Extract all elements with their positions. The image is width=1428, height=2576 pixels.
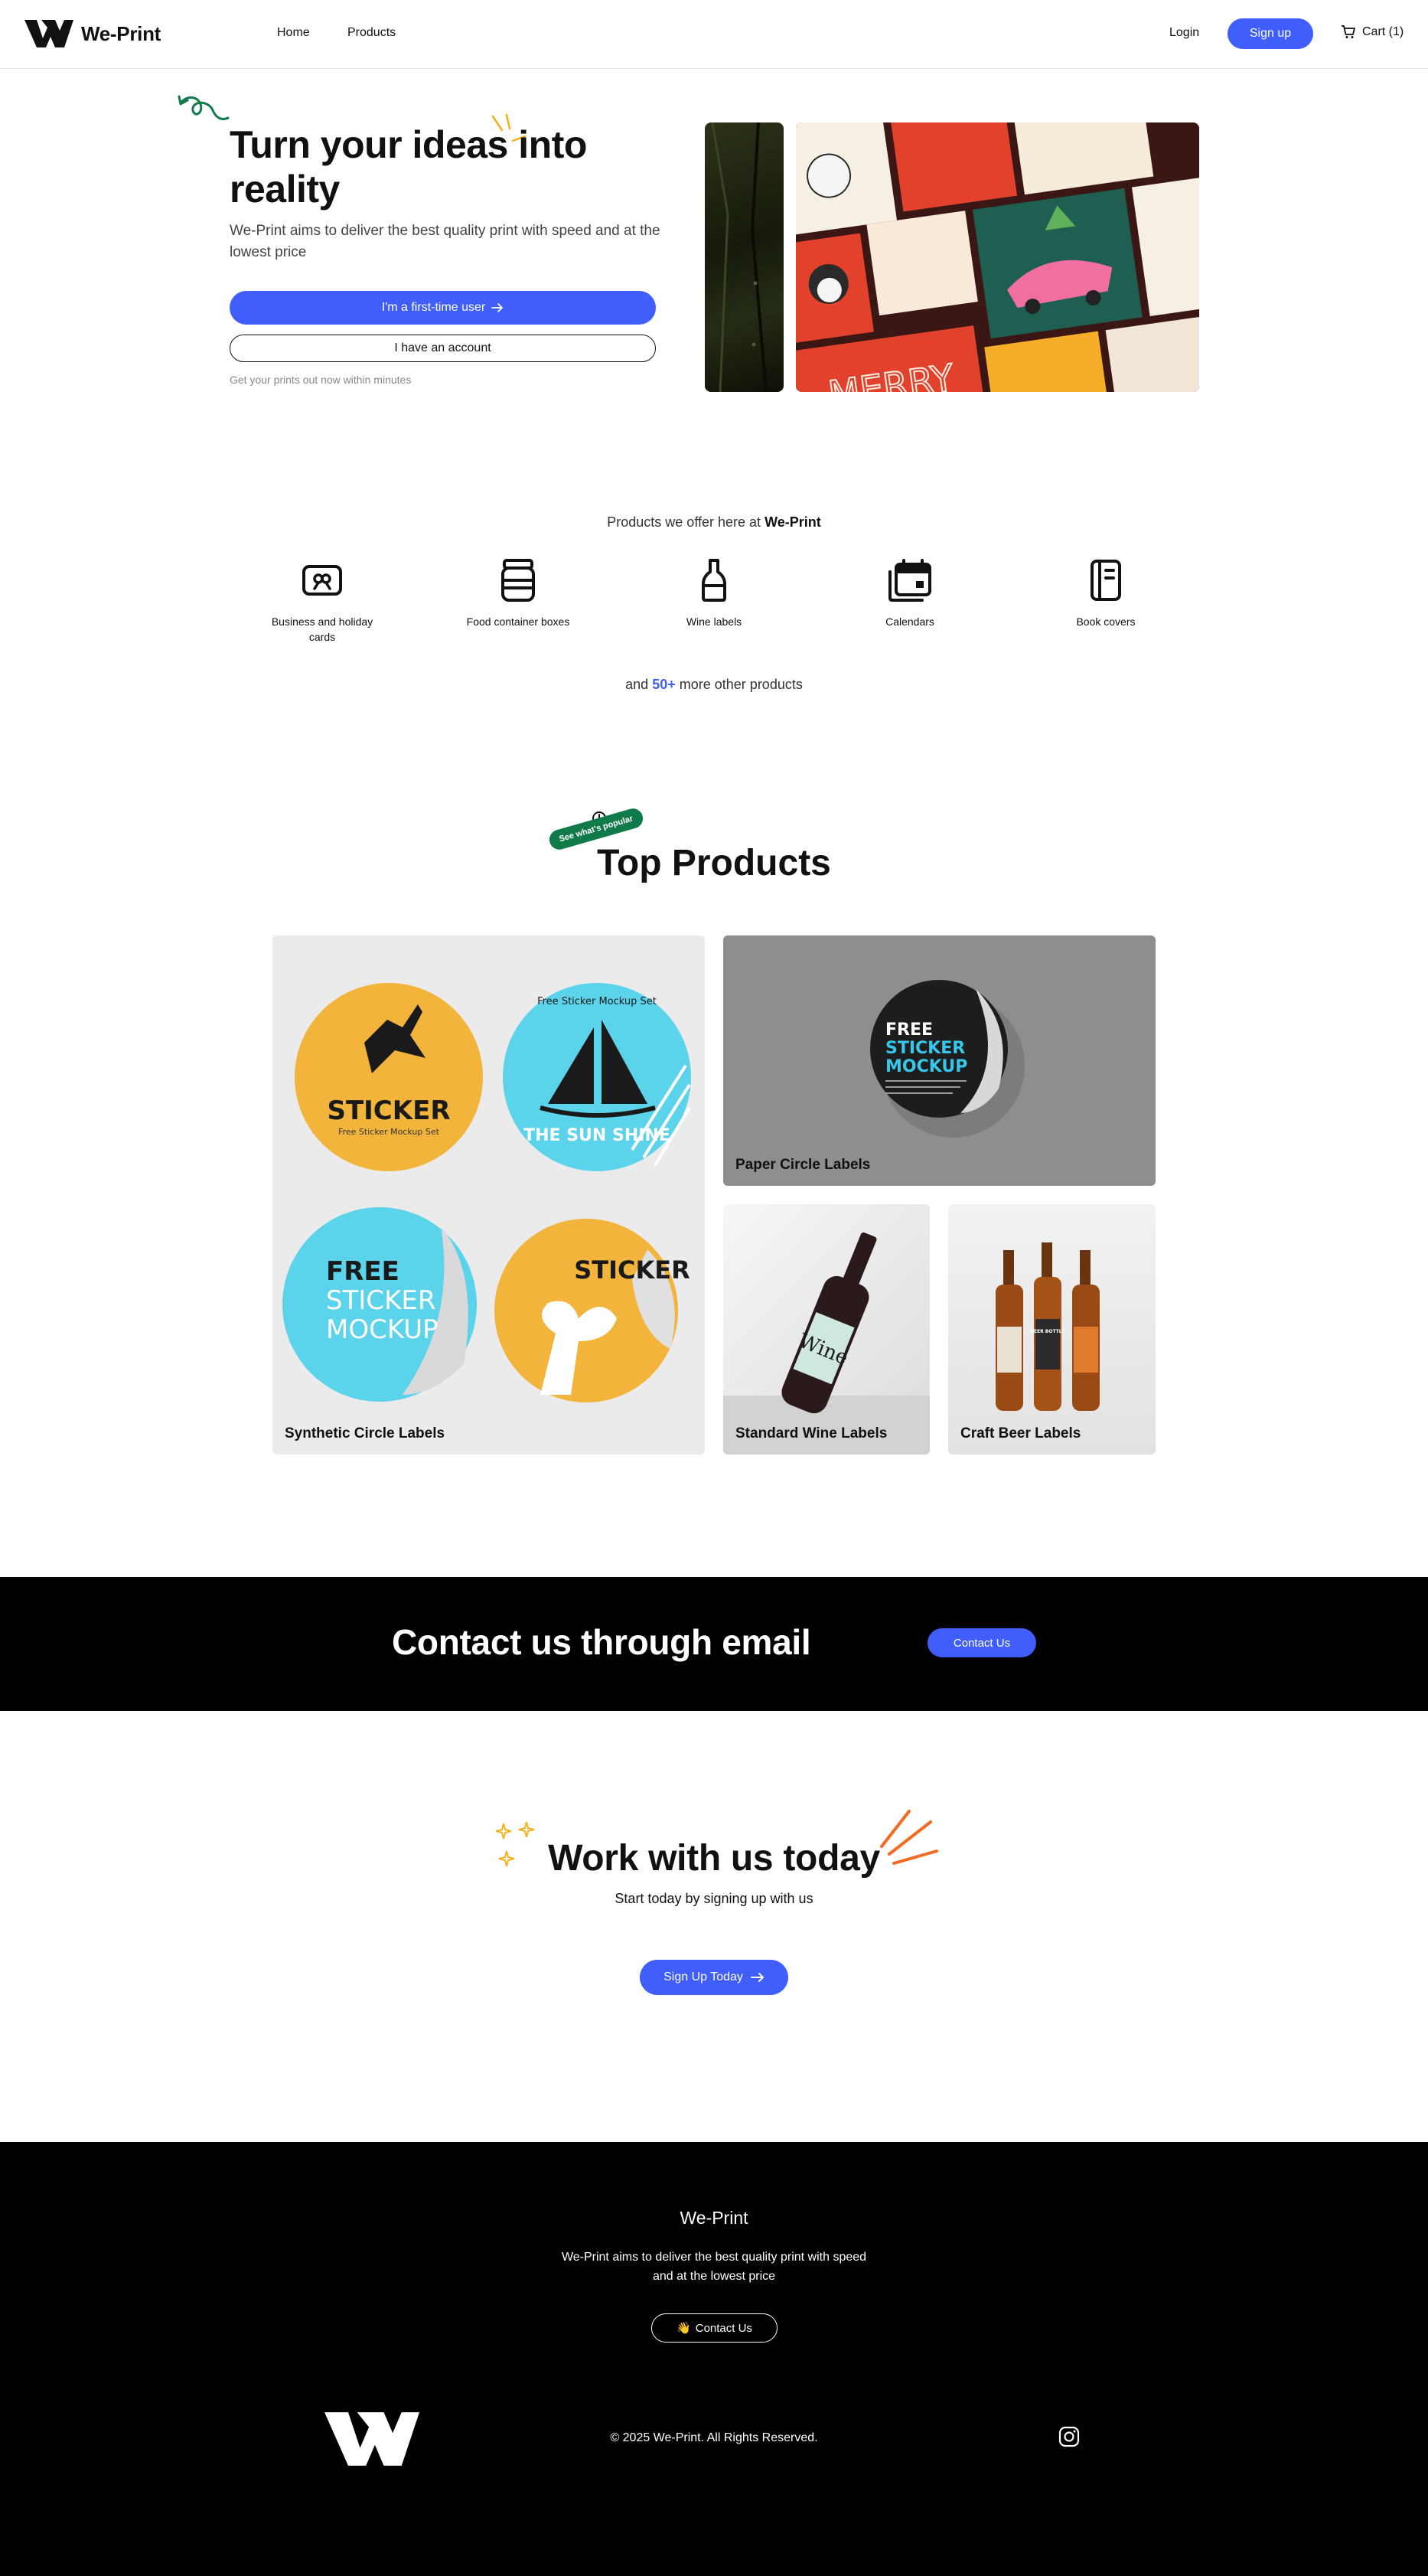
book-icon (1083, 557, 1129, 603)
instagram-icon[interactable] (1058, 2426, 1080, 2447)
sticker-text-4: STICKER (885, 1039, 965, 1058)
we-print-logo-icon (24, 20, 73, 47)
offer-title-brand: We-Print (765, 514, 821, 530)
hero-subtitle: We-Print aims to deliver the best qualit… (230, 223, 660, 260)
free-text: FREE (326, 1256, 399, 1287)
footer-contact-button[interactable]: 👋 Contact Us (651, 2313, 778, 2343)
paper-labels-mockup: FREE STICKER MOCKUP (870, 980, 1025, 1138)
footer-brand: We-Print (680, 2208, 748, 2228)
offer-item-food-boxes[interactable]: Food container boxes (457, 557, 579, 629)
first-time-user-button[interactable]: I'm a first-time user (230, 291, 656, 325)
more-products-line: and 50+ more other products (0, 677, 1428, 693)
nav-link-home[interactable]: Home (277, 26, 310, 40)
squiggle-arrow-icon (178, 95, 230, 121)
brand-logo[interactable]: We-Print (24, 20, 161, 47)
gift-card-icon (299, 557, 345, 603)
contact-us-button[interactable]: Contact Us (928, 1628, 1036, 1657)
holiday-cards-illustration: MERRY (796, 122, 1199, 392)
arrow-right-icon (750, 1973, 764, 1982)
card-label: Craft Beer Labels (960, 1425, 1081, 1441)
work-subtitle: Start today by signing up with us (615, 1891, 813, 1906)
jacket-illustration (711, 122, 768, 392)
offer-item-wine-labels[interactable]: Wine labels (653, 557, 775, 629)
hero-note: Get your prints out now within minutes (230, 374, 412, 386)
have-account-button[interactable]: I have an account (230, 335, 656, 362)
sticker-text-3: STICKER (574, 1255, 690, 1285)
calendar-icon (887, 557, 933, 603)
product-card-craft-beer-labels[interactable]: BEER BOTTLE Craft Beer Labels (948, 1204, 1156, 1455)
waving-hand-icon: 👋 (677, 2322, 691, 2335)
copyright: © 2025 We-Print. All Rights Reserved. (610, 2431, 818, 2444)
sun-arc-text: Free Sticker Mockup Set (537, 996, 657, 1007)
arrow-right-icon (491, 303, 504, 312)
beer-label-mockup: BEER BOTTLE (996, 1242, 1100, 1411)
offer-item-label: Calendars (885, 615, 934, 628)
contact-title: Contact us through email (392, 1622, 811, 1662)
sticker-text-2: STICKER (326, 1285, 436, 1316)
wine-bottle-icon (691, 557, 737, 603)
offer-item-label: Food container boxes (466, 615, 570, 628)
free-text-2: FREE (885, 1020, 933, 1040)
hero-image-jacket (705, 122, 784, 392)
footer-contact-label: Contact Us (695, 2321, 752, 2335)
footer: We-Print We-Print aims to deliver the be… (0, 2142, 1428, 2576)
card-label: Paper Circle Labels (735, 1157, 871, 1173)
sign-up-today-button[interactable]: Sign Up Today (640, 1960, 788, 1995)
hero-image-holiday-cards: MERRY (796, 122, 1199, 392)
offer-item-book-covers[interactable]: Book covers (1045, 557, 1167, 629)
cart-icon (1342, 25, 1355, 38)
card-label: Synthetic Circle Labels (285, 1425, 445, 1441)
more-suffix: more other products (679, 677, 803, 692)
mockup-text: MOCKUP (326, 1314, 439, 1345)
synthetic-labels-mockup: STICKER Free Sticker Mockup Set Free Sti… (282, 983, 691, 1402)
offer-title: Products we offer here at We-Print (0, 514, 1428, 531)
sign-up-today-label: Sign Up Today (663, 1970, 743, 1983)
product-card-synthetic-circle-labels[interactable]: STICKER Free Sticker Mockup Set Free Sti… (272, 935, 705, 1455)
work-title: Work with us today (548, 1838, 880, 1879)
more-prefix: and (625, 677, 649, 692)
hero-title: Turn your ideas into reality (230, 123, 587, 211)
mockup-text-2: MOCKUP (885, 1057, 967, 1076)
offer-item-label: Book covers (1076, 615, 1136, 628)
offer-title-prefix: Products we offer here at (607, 514, 761, 530)
nav-link-products[interactable]: Products (347, 26, 396, 40)
more-count: 50+ (652, 677, 676, 692)
wine-label-mockup: Wine (723, 1232, 930, 1455)
sticker-subtext: Free Sticker Mockup Set (338, 1127, 440, 1137)
sun-shine-text: THE SUN SHINE (523, 1126, 670, 1145)
offer-item-label: Wine labels (686, 615, 742, 628)
top-navbar: We-Print Home Products Login Sign up Car… (0, 0, 1428, 69)
login-link[interactable]: Login (1169, 26, 1199, 40)
product-card-standard-wine-labels[interactable]: Wine Standard Wine Labels (723, 1204, 930, 1455)
cart-label: Cart (1) (1362, 25, 1404, 38)
top-products-title: Top Products (597, 843, 831, 883)
signup-button[interactable]: Sign up (1227, 18, 1313, 49)
product-card-paper-circle-labels[interactable]: FREE STICKER MOCKUP Paper Circle Labels (723, 935, 1156, 1186)
brand-name: We-Print (81, 21, 161, 45)
offer-item-label: Business and holiday cards (271, 615, 373, 643)
cart-button[interactable]: Cart (1) (1341, 25, 1404, 39)
footer-description: We-Print aims to deliver the best qualit… (561, 2251, 867, 2283)
sticker-text: STICKER (327, 1095, 450, 1126)
food-container-icon (495, 557, 541, 603)
first-time-user-label: I'm a first-time user (381, 301, 486, 314)
beer-text: BEER BOTTLE (1030, 1329, 1064, 1334)
contact-strip: Contact us through email Contact Us (0, 1577, 1428, 1711)
offer-item-calendars[interactable]: Calendars (849, 557, 971, 629)
card-label: Standard Wine Labels (735, 1425, 888, 1441)
offer-item-cards[interactable]: Business and holiday cards (261, 557, 383, 645)
